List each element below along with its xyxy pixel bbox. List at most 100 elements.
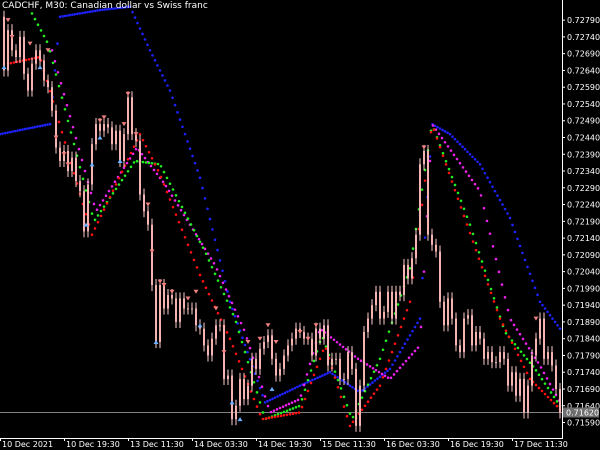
blue-line-dot [296, 385, 299, 389]
red-line-dot [504, 329, 508, 332]
red-line-dot [351, 420, 355, 424]
magenta-line-dot [215, 268, 219, 271]
red-line-dot [402, 317, 406, 320]
y-tick-label: 0.72790 [567, 16, 600, 25]
candle-body [487, 352, 489, 359]
candle-body [295, 328, 297, 339]
red-line-dot [276, 415, 280, 418]
red-line-dot [477, 257, 481, 261]
red-line-dot [360, 408, 364, 412]
magenta-line-dot [281, 405, 285, 408]
buy-arrow-icon [117, 158, 123, 163]
green-line-dot [306, 378, 310, 382]
blue-line-dot [86, 10, 89, 14]
candle-body [195, 308, 197, 326]
magenta-line-dot [497, 270, 501, 274]
red-line-dot [312, 373, 316, 377]
candle-body [279, 368, 281, 376]
y-tick-label: 0.72290 [567, 184, 600, 193]
red-line-dot [435, 137, 439, 140]
blue-line-dot [556, 323, 559, 327]
candle-body [431, 234, 433, 245]
magenta-line-dot [95, 208, 99, 212]
candle-body [51, 87, 53, 111]
candle-body [187, 308, 189, 310]
red-line-dot [381, 375, 385, 379]
green-line-dot [504, 331, 508, 335]
green-line-dot [252, 380, 256, 384]
candle-body [531, 355, 533, 386]
blue-line-dot [318, 375, 322, 378]
red-line-dot [90, 233, 94, 237]
blue-line-dot [188, 147, 192, 150]
blue-line-dot [478, 163, 482, 166]
magenta-line-dot [443, 140, 447, 144]
red-line-dot [492, 300, 496, 303]
red-line-dot [543, 392, 547, 396]
magenta-line-dot [197, 237, 201, 241]
green-line [30, 12, 562, 421]
candle-body [3, 16, 5, 71]
green-line-dot [51, 61, 55, 65]
magenta-line-dot [104, 194, 108, 198]
candle-body [351, 352, 353, 369]
candle-body [7, 30, 9, 71]
magenta-line-dot [302, 383, 306, 387]
red-line-dot [9, 61, 13, 65]
blue-line-dot [211, 228, 214, 231]
magenta-line-dot [152, 168, 156, 172]
blue-line-dot [288, 389, 292, 392]
magenta-line-dot [509, 318, 513, 322]
blue-line-dot [68, 13, 72, 17]
red-line-dot [525, 371, 529, 375]
candle-body [71, 157, 73, 172]
magenta-line-dot [242, 328, 246, 332]
red-line-dot [522, 365, 526, 369]
blue-line-dot [488, 180, 492, 184]
red-line-dot [468, 231, 472, 235]
blue-line-dot [56, 42, 59, 45]
candle-body [451, 298, 453, 319]
sell-arrow-icon [257, 336, 263, 341]
candle-body [23, 36, 25, 74]
magenta-line-dot [266, 404, 270, 408]
magenta-line-dot [446, 145, 450, 148]
buy-arrow-icon [1, 65, 7, 70]
green-line-dot [39, 29, 43, 32]
sell-arrow-icon [53, 135, 59, 140]
magenta-line-dot [299, 394, 303, 397]
candle-body [263, 342, 265, 349]
green-line-dot [216, 279, 220, 282]
green-line-dot [555, 400, 559, 403]
green-line-dot [132, 161, 136, 164]
blue-line-dot [466, 150, 469, 154]
blue-line-dot [513, 230, 517, 234]
candle-body [159, 285, 161, 343]
red-line-dot [366, 400, 370, 404]
sell-arrow-icon [161, 283, 167, 288]
price-chart[interactable]: 0.715900.716400.716900.717400.717900.718… [0, 0, 600, 450]
red-line-dot [456, 197, 460, 201]
green-line-dot [387, 330, 391, 333]
magenta-line-dot [329, 336, 333, 339]
magenta-line-dot [176, 204, 180, 207]
magenta-line-dot [212, 262, 216, 265]
green-line-dot [228, 306, 232, 309]
magenta-line-dot [89, 191, 93, 195]
green-line-dot [525, 357, 529, 361]
x-tick-label: 13 Dec 11:30 [130, 440, 184, 449]
blue-line-dot [463, 147, 467, 151]
blue-line-dot [18, 128, 22, 132]
red-line-dot [513, 347, 517, 351]
candle-body [511, 372, 513, 386]
magenta-line-dot [305, 373, 309, 376]
green-line-dot [396, 303, 400, 306]
candle-body [507, 358, 509, 386]
green-line-dot [168, 182, 172, 185]
blue-line-dot [163, 79, 167, 82]
red-line-dot [480, 265, 484, 269]
candle-body [243, 378, 245, 400]
candle-body [143, 194, 145, 212]
blue-line-dot [421, 276, 424, 280]
magenta-line-dot [485, 219, 489, 223]
